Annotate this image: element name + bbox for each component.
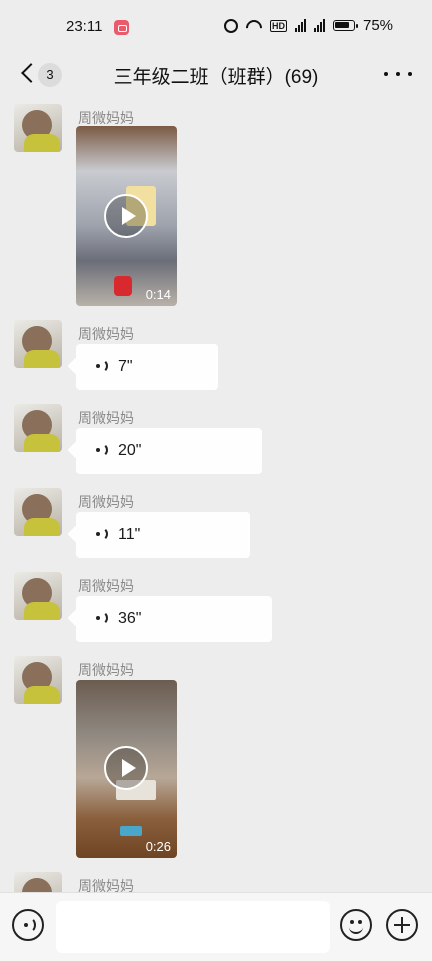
sender-name: 周微妈妈 xyxy=(78,662,134,678)
alarm-icon xyxy=(224,18,238,33)
voice-wave-icon xyxy=(96,358,112,376)
message-input[interactable] xyxy=(56,901,330,953)
sender-name: 周微妈妈 xyxy=(78,578,134,594)
voice-wave-icon xyxy=(96,442,112,460)
video-message[interactable]: 0:26 xyxy=(76,680,177,858)
voice-input-icon[interactable] xyxy=(12,909,44,941)
status-bar: 23:11 HD 75% xyxy=(0,0,432,52)
hd-icon: HD xyxy=(270,19,287,32)
voice-duration: 20" xyxy=(118,442,142,459)
voice-wave-icon xyxy=(96,526,112,544)
play-icon[interactable] xyxy=(104,746,148,790)
status-icons: HD 75% xyxy=(224,17,393,34)
video-duration: 0:14 xyxy=(145,287,171,302)
voice-duration: 36" xyxy=(118,610,142,627)
avatar[interactable] xyxy=(14,404,62,452)
voice-wave-icon xyxy=(96,610,112,628)
video-message[interactable]: 0:14 xyxy=(76,126,177,306)
chat-title: 三年级二班（班群）(69) xyxy=(113,67,319,88)
voice-duration: 7" xyxy=(118,358,133,375)
avatar[interactable] xyxy=(14,104,62,152)
avatar[interactable] xyxy=(14,320,62,368)
sender-name: 周微妈妈 xyxy=(78,110,134,126)
status-time: 23:11 xyxy=(66,18,103,35)
play-icon[interactable] xyxy=(104,194,148,238)
emoji-icon[interactable] xyxy=(340,909,372,941)
video-duration: 0:26 xyxy=(145,839,171,854)
more-options-icon[interactable] xyxy=(384,64,412,84)
input-bar xyxy=(0,892,432,961)
signal-icon xyxy=(295,19,306,32)
voice-message[interactable]: 36" xyxy=(76,596,272,642)
battery-icon xyxy=(333,20,358,31)
avatar[interactable] xyxy=(14,656,62,704)
avatar[interactable] xyxy=(14,572,62,620)
sender-name: 周微妈妈 xyxy=(78,494,134,510)
voice-message[interactable]: 11" xyxy=(76,512,250,558)
sender-name: 周微妈妈 xyxy=(78,326,134,342)
app-notification-icon xyxy=(114,20,129,35)
voice-message[interactable]: 7" xyxy=(76,344,218,390)
voice-duration: 11" xyxy=(118,526,141,543)
avatar[interactable] xyxy=(14,488,62,536)
sender-name: 周微妈妈 xyxy=(78,410,134,426)
voice-message[interactable]: 20" xyxy=(76,428,262,474)
chat-header: 3 三年级二班（班群）(69) xyxy=(0,52,432,98)
battery-percent: 75% xyxy=(363,17,394,34)
wifi-icon xyxy=(246,20,262,32)
signal-icon-2 xyxy=(314,19,325,32)
plus-icon[interactable] xyxy=(386,909,418,941)
